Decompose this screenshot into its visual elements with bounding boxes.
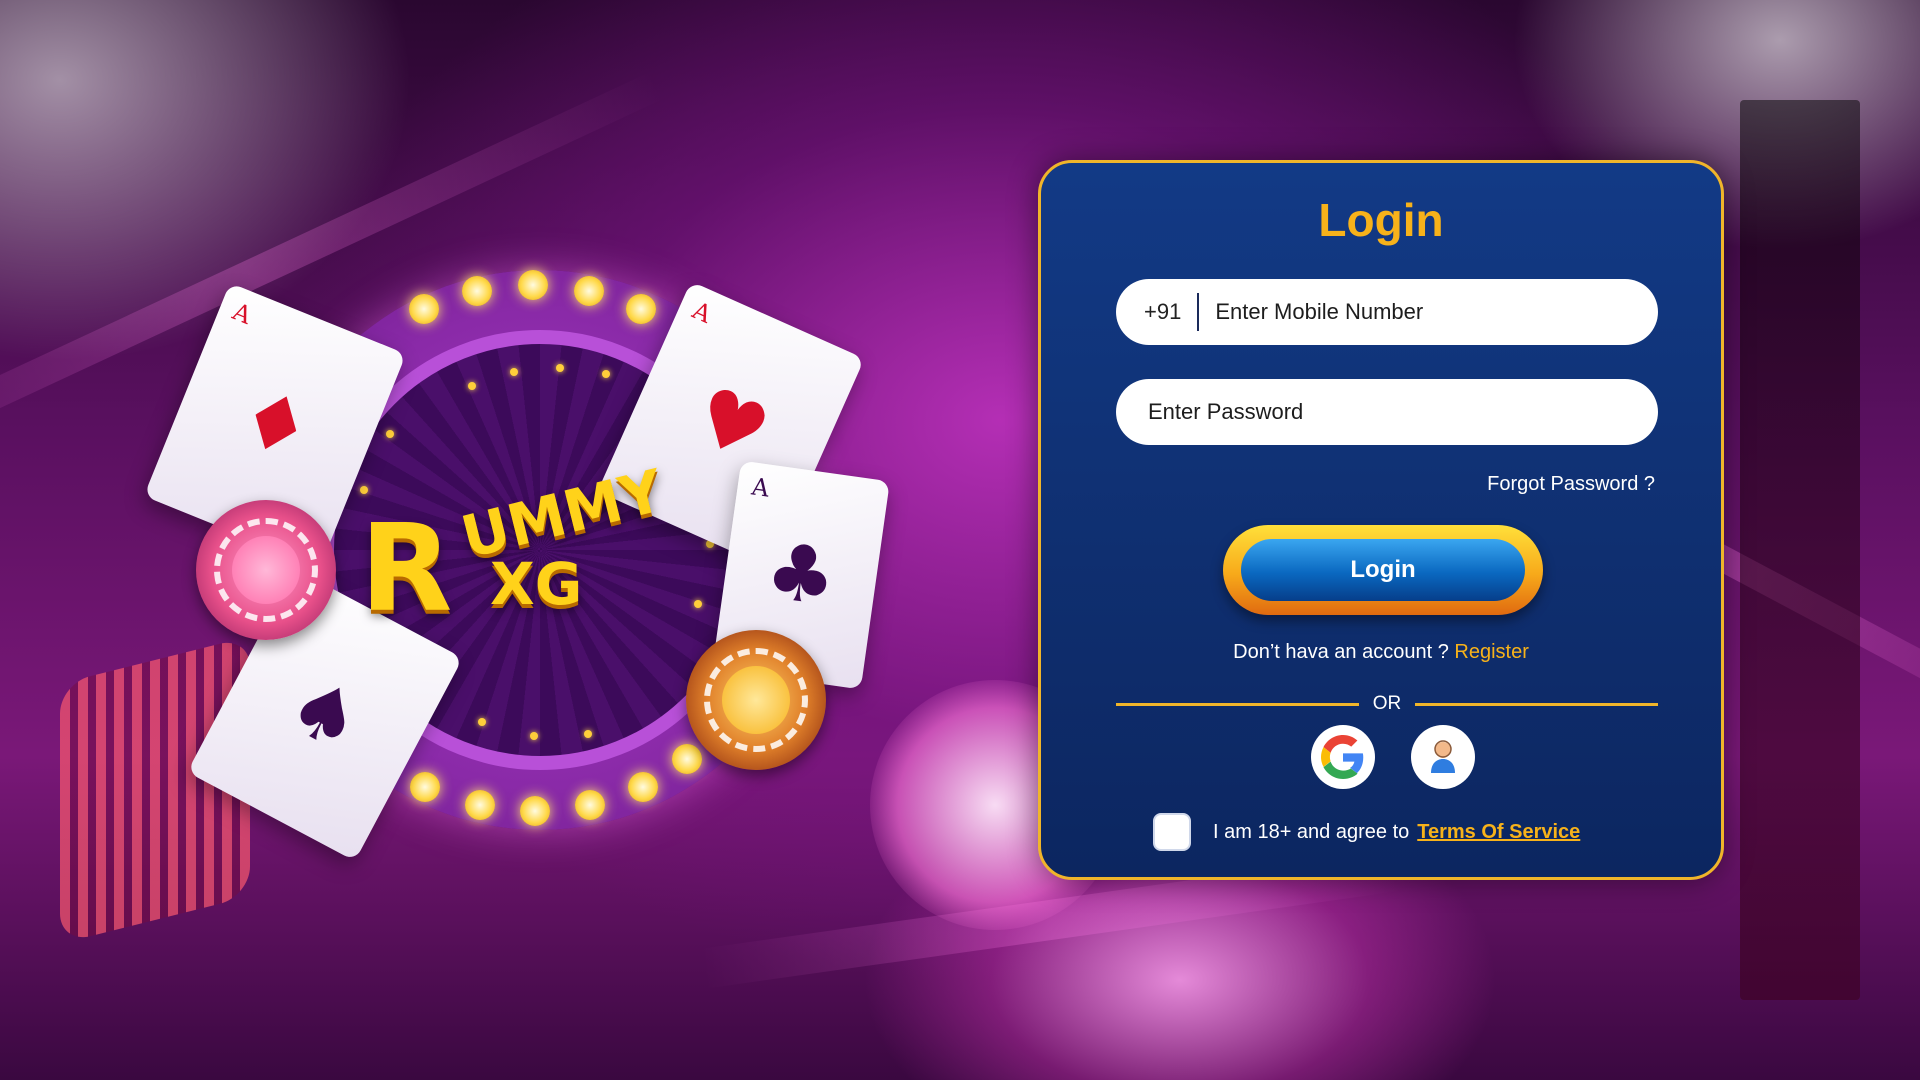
light-bulb	[465, 790, 495, 820]
guest-login-button[interactable]	[1411, 725, 1475, 789]
inner-light-dot	[602, 370, 610, 378]
mobile-field: +91	[1116, 279, 1658, 345]
light-bulb	[518, 270, 548, 300]
rummy-xg-logo: A ♦ A ♥ A ♣ A ♠ R UMMY XG	[143, 260, 920, 862]
inner-light-dot	[478, 718, 486, 726]
card-rank: A	[688, 296, 716, 329]
inner-light-dot	[360, 486, 368, 494]
country-code: +91	[1116, 293, 1200, 331]
no-account-text: Don’t hava an account ?	[1233, 641, 1455, 663]
card-rank: A	[749, 472, 771, 503]
forgot-password-link[interactable]: Forgot Password ?	[1487, 473, 1655, 496]
register-link[interactable]: Register	[1454, 641, 1528, 663]
light-bulb	[672, 744, 702, 774]
inner-light-dot	[694, 600, 702, 608]
age-terms-row: I am 18+ and agree to Terms Of Service	[1153, 813, 1580, 851]
or-text: OR	[1372, 693, 1402, 714]
agree-text: I am 18+ and agree to	[1213, 820, 1410, 843]
logo-letter-r: R	[360, 500, 453, 639]
inner-light-dot	[530, 732, 538, 740]
inner-light-dot	[584, 730, 592, 738]
heart-suit-icon: ♥	[680, 369, 782, 481]
google-login-button[interactable]	[1311, 725, 1375, 789]
casino-chip-gold	[686, 630, 826, 770]
divider-line	[1116, 702, 1359, 706]
inner-light-dot	[386, 430, 394, 438]
guest-user-icon	[1431, 740, 1455, 773]
spade-suit-icon: ♠	[272, 658, 378, 772]
chip-center	[722, 666, 790, 734]
club-suit-icon: ♣	[760, 525, 842, 625]
light-bulb	[575, 790, 605, 820]
or-divider: OR	[1116, 693, 1658, 715]
light-bulb	[462, 276, 492, 306]
light-bulb	[626, 294, 656, 324]
password-input[interactable]	[1116, 379, 1658, 445]
login-title: Login	[1318, 194, 1444, 246]
login-panel: Login +91 Forgot Password ? Login Don’t …	[1038, 160, 1724, 880]
inner-light-dot	[556, 364, 564, 372]
casino-chip-pink	[196, 500, 336, 640]
chip-center	[232, 536, 300, 604]
age-terms-checkbox[interactable]	[1153, 813, 1191, 851]
mobile-number-input[interactable]	[1199, 279, 1658, 345]
login-button[interactable]: Login	[1223, 525, 1543, 615]
register-prompt: Don’t hava an account ? Register	[1041, 641, 1721, 664]
terms-of-service-link[interactable]: Terms Of Service	[1417, 821, 1580, 844]
card-rank: A	[228, 297, 256, 330]
inner-light-dot	[510, 368, 518, 376]
stage-pillar	[1740, 100, 1860, 1000]
inner-light-dot	[468, 382, 476, 390]
light-bulb	[409, 294, 439, 324]
light-bulb	[574, 276, 604, 306]
password-field	[1116, 379, 1658, 445]
google-icon	[1321, 735, 1364, 779]
light-bulb	[410, 772, 440, 802]
light-bulb	[520, 796, 550, 826]
light-bulb	[628, 772, 658, 802]
login-button-label: Login	[1241, 539, 1525, 601]
diamond-suit-icon: ♦	[225, 370, 325, 480]
divider-line	[1415, 702, 1658, 706]
logo-word-xg: XG	[490, 550, 583, 618]
